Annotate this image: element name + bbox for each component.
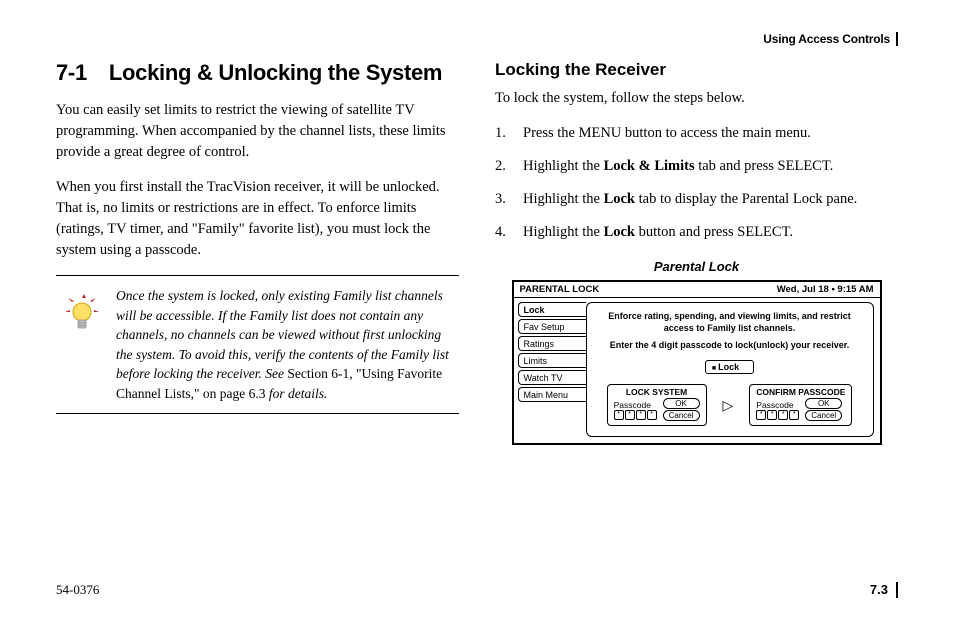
panel-datetime: Wed, Jul 18 • 9:15 AM — [777, 284, 874, 295]
steps-list: Press the MENU button to access the main… — [495, 123, 898, 243]
passcode-input[interactable]: **** — [614, 410, 657, 420]
intro-paragraph-1: You can easily set limits to restrict th… — [56, 100, 459, 163]
tab-limits[interactable]: Limits — [518, 353, 586, 368]
step-bold: Lock & Limits — [604, 158, 695, 174]
left-column: 7-1 Locking & Unlocking the System You ca… — [56, 60, 459, 445]
step-text: tab to display the Parental Lock pane. — [635, 191, 857, 207]
passcode-input[interactable]: **** — [756, 410, 799, 420]
step-item: Highlight the Lock tab to display the Pa… — [495, 189, 898, 210]
tip-icon — [64, 292, 100, 336]
panel-tabs: Lock Fav Setup Ratings Limits Watch TV M… — [514, 298, 586, 443]
note-text-b: for details. — [266, 386, 328, 401]
panel-message-2: Enter the 4 digit passcode to lock(unloc… — [597, 340, 863, 352]
step-bold: Lock — [604, 224, 635, 240]
panel-message-1: Enforce rating, spending, and viewing li… — [597, 311, 863, 334]
document-number: 54-0376 — [56, 582, 99, 598]
panel-content: Enforce rating, spending, and viewing li… — [586, 302, 874, 437]
tab-ratings[interactable]: Ratings — [518, 336, 586, 351]
lock-button[interactable]: Lock — [705, 360, 754, 374]
cancel-button[interactable]: Cancel — [805, 410, 842, 421]
section-number: 7-1 — [56, 60, 87, 86]
parental-lock-panel: PARENTAL LOCK Wed, Jul 18 • 9:15 AM Lock… — [512, 280, 882, 445]
arrow-icon: ▷ — [723, 398, 734, 412]
ok-button[interactable]: OK — [805, 398, 842, 409]
note-callout: Once the system is locked, only existing… — [56, 275, 459, 414]
tab-main-menu[interactable]: Main Menu — [518, 387, 586, 402]
tab-watch-tv[interactable]: Watch TV — [518, 370, 586, 385]
page-footer: 54-0376 7.3 — [56, 582, 898, 598]
passcode-label: Passcode — [756, 400, 799, 410]
step-text: Press the MENU button to access the main… — [523, 125, 811, 141]
lock-system-box: LOCK SYSTEM Passcode **** OK — [607, 384, 707, 426]
passcode-label: Passcode — [614, 400, 657, 410]
figure-caption: Parental Lock — [495, 259, 898, 274]
step-text: Highlight the — [523, 224, 604, 240]
step-item: Press the MENU button to access the main… — [495, 123, 898, 144]
panel-title: PARENTAL LOCK — [520, 284, 600, 295]
subsection-heading: Locking the Receiver — [495, 60, 898, 80]
step-text: Highlight the — [523, 158, 604, 174]
confirm-title: CONFIRM PASSCODE — [756, 387, 845, 397]
note-text: Once the system is locked, only existing… — [116, 286, 453, 403]
step-text: tab and press SELECT. — [695, 158, 834, 174]
step-item: Highlight the Lock button and press SELE… — [495, 222, 898, 243]
step-text: button and press SELECT. — [635, 224, 793, 240]
section-title-text: Locking & Unlocking the System — [109, 60, 442, 85]
confirm-passcode-box: CONFIRM PASSCODE Passcode **** OK — [749, 384, 852, 426]
tab-fav-setup[interactable]: Fav Setup — [518, 319, 586, 334]
lock-system-title: LOCK SYSTEM — [614, 387, 700, 397]
page-number: 7.3 — [870, 582, 898, 598]
steps-intro: To lock the system, follow the steps bel… — [495, 88, 898, 109]
ok-button[interactable]: OK — [663, 398, 700, 409]
right-column: Locking the Receiver To lock the system,… — [495, 60, 898, 445]
cancel-button[interactable]: Cancel — [663, 410, 700, 421]
step-item: Highlight the Lock & Limits tab and pres… — [495, 156, 898, 177]
step-bold: Lock — [604, 191, 635, 207]
chapter-header: Using Access Controls — [56, 32, 898, 46]
section-heading: 7-1 Locking & Unlocking the System — [56, 60, 459, 86]
intro-paragraph-2: When you first install the TracVision re… — [56, 177, 459, 261]
step-text: Highlight the — [523, 191, 604, 207]
tab-lock[interactable]: Lock — [518, 302, 586, 317]
